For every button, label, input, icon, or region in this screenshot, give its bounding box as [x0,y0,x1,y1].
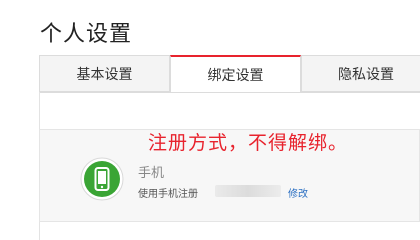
page-title: 个人设置 [40,22,133,47]
masked-phone-number [215,185,281,197]
annotation-text: 注册方式，不得解绑。 [148,132,349,154]
binding-method-description: 使用手机注册 [138,189,198,200]
tab-binding-settings[interactable]: 绑定设置 [170,55,301,93]
tabs-divider [39,92,420,93]
settings-tabs: 基本设置 绑定设置 隐私设置 [39,55,420,93]
phone-icon [80,157,124,201]
binding-method-title: 手机 [138,166,165,181]
tab-basic-settings[interactable]: 基本设置 [39,55,170,92]
edit-phone-link[interactable]: 修改 [288,185,308,200]
tab-privacy-settings[interactable]: 隐私设置 [301,55,420,92]
